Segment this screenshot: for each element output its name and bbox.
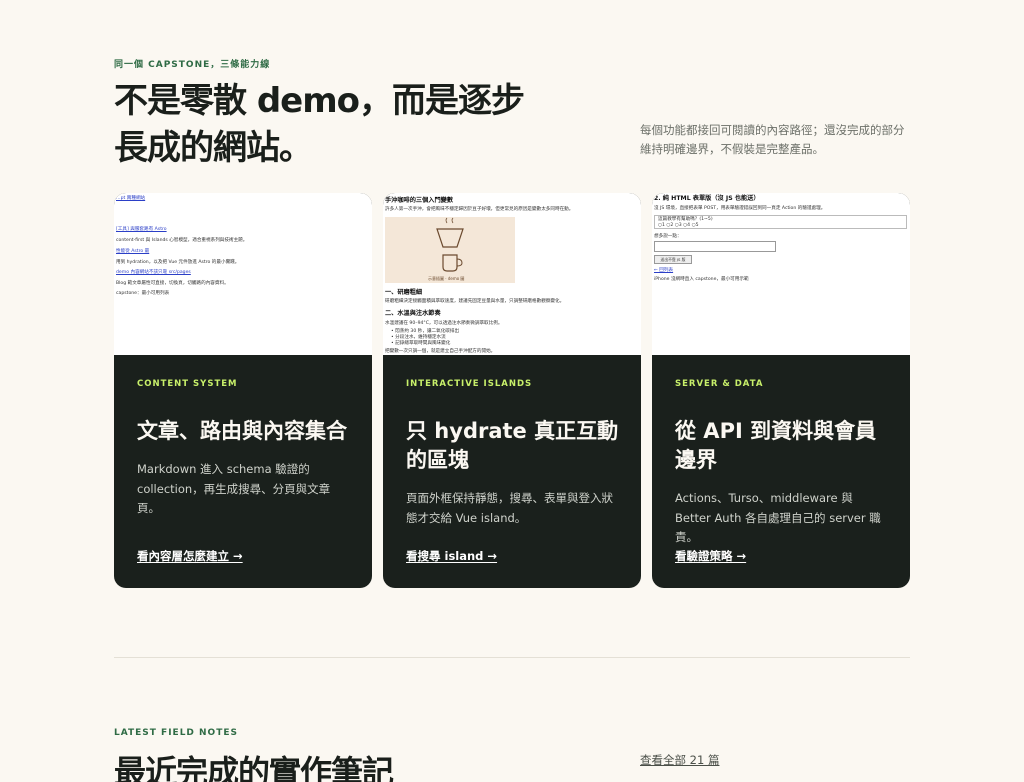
shot-line: Blog 範文章屬性可直接，切換頁，切觸路的內容資料。 [116,281,229,286]
hero-title-line2: 長成的網站。 [114,128,313,168]
card-text: Actions、Turso、middleware 與 Better Auth 各… [675,491,881,544]
shot-heading: 2. 純 HTML 表單版（沒 JS 也能送） [654,195,760,202]
shot-intro: 許多人第一次手沖，會把風味不穩定歸因於豆子好壞，但更常見的原因是變數太多同時在動… [385,207,574,212]
card-text: Markdown 進入 schema 驗證的 collection，再生成搜尋、… [137,462,331,515]
card-screenshot-content: …pt 兩種網站 [工具] 與服套路有 Astro content-first … [114,193,372,355]
shot-sec2-text: 水溫建議在 90–94°C，可以透過注水節奏微調萃取比例。 [385,321,503,326]
hero-eyebrow: 同一個 CAPSTONE，三條能力線 [114,60,271,70]
shot-sec1: 一、研磨粗細 [385,289,423,296]
card-interactive-islands[interactable]: 手沖咖啡的三個入門變數 許多人第一次手沖，會把風味不穩定歸因於豆子好壞，但更常見… [383,193,641,588]
card-server-data[interactable]: 2. 純 HTML 表單版（沒 JS 也能送） 沒 JS 環境，直接把表單 PO… [652,193,910,588]
card-eyebrow: CONTENT SYSTEM [137,379,238,389]
shot-sec1-text: 研磨粗細決定接觸面積與萃取速度，建議先固定豆量與水量，只調整研磨格數觀察變化。 [385,299,565,304]
shot-fieldset: 這篇教學有幫助嗎？(1~5) ○1 ○2 ○3 ○4 ○5 [654,215,907,229]
shot-submit: 送出不靠 JS 版 [654,255,692,264]
card-eyebrow: SERVER & DATA [675,379,764,389]
shot-comment-input [654,241,776,252]
card-text: 頁面外框保持靜態，搜尋、表單與登入狀態才交給 Vue island。 [406,491,613,525]
card-screenshot-form: 2. 純 HTML 表單版（沒 JS 也能送） 沒 JS 環境，直接把表單 PO… [652,193,910,355]
shot-bullet: • 記錄總萃取時間與風味變化 [391,341,451,346]
shot-back-link: ← 回列表 [654,268,674,273]
shot-line: 用到 hydration，以及把 Vue 元件放進 Astro 的最小實踐。 [116,260,240,265]
card-title: 只 hydrate 真正互動的區塊 [406,419,619,472]
card-title: 從 API 到資料與會員邊界 [675,419,877,472]
card-screenshot-article: 手沖咖啡的三個入門變數 許多人第一次手沖，會把風味不穩定歸因於豆子好壞，但更常見… [383,193,641,355]
card-eyebrow: INTERACTIVE ISLANDS [406,379,533,389]
shot-line: demo 內容網站不該只靠 src/pages [116,270,191,275]
shot-line: capstone：最小可用列表 [116,291,170,296]
notes-eyebrow: LATEST FIELD NOTES [114,728,238,738]
notes-title: 最近完成的實作筆記 [114,753,394,782]
card-link-server[interactable]: 看驗證策略 → [675,548,746,564]
shot-line: 性能從 Astro 最 [116,249,150,254]
shot-comment-label: 想多說一點： [654,234,682,239]
coffee-dripper-icon [436,217,464,272]
view-all-link[interactable]: 查看全部 21 篇 [640,752,719,768]
shot-caption: 示意插圖 · demo 圖 [428,276,465,281]
shot-sec2: 二、水溫與注水節奏 [385,310,441,317]
shot-line: content-first 與 Islands 心智模型，適合重視系列與技術主題… [116,238,248,243]
card-content-system[interactable]: …pt 兩種網站 [工具] 與服套路有 Astro content-first … [114,193,372,588]
card-link-islands[interactable]: 看搜尋 island → [406,548,497,564]
shot-radios: ○1 ○2 ○3 ○4 ○5 [658,223,699,228]
shot-heading: 手沖咖啡的三個入門變數 [385,197,454,204]
section-divider [114,657,910,658]
card-title: 文章、路由與內容集合 [137,419,347,443]
shot-intro: 沒 JS 環境，直接把表單 POST，用表單驗證錯誤回到同一頁走 Action … [654,206,826,211]
hero-title: 不是零散 demo，而是逐步 長成的網站。 [114,78,574,172]
hero-title-line1: 不是零散 demo，而是逐步 [114,81,525,121]
capability-cards: …pt 兩種網站 [工具] 與服套路有 Astro content-first … [114,193,910,588]
shot-note: iPhone 沒網時直入 capstone，最小可用示範 [654,277,749,282]
shot-footer: 把變數一次只調一個，就是建立自己手沖配方的開始。 [385,349,496,354]
shot-line: …pt 兩種網站 [116,196,146,201]
coffee-illustration [385,217,515,283]
hero-description: 每個功能都接回可閱讀的內容路徑；還沒完成的部分維持明確邊界，不假裝是完整產品。 [640,123,905,156]
shot-line: [工具] 與服套路有 Astro [116,227,167,232]
card-link-content[interactable]: 看內容層怎麼建立 → [137,548,243,564]
